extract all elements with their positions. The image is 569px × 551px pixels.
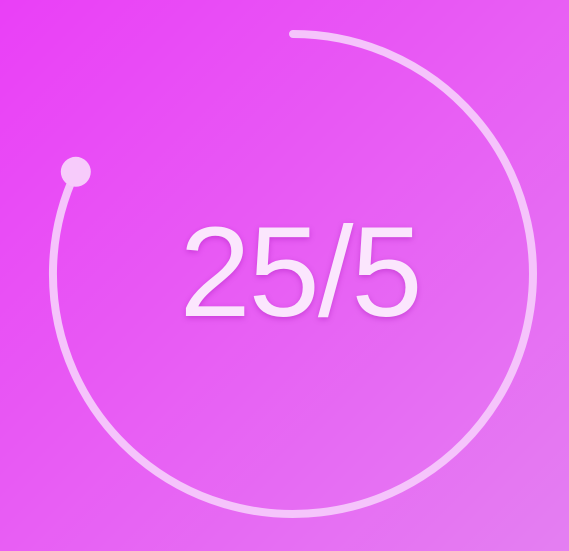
timer-readout: 25/5 (179, 201, 422, 344)
progress-handle[interactable] (60, 156, 91, 187)
timer-screen: 25/5 (0, 0, 569, 551)
